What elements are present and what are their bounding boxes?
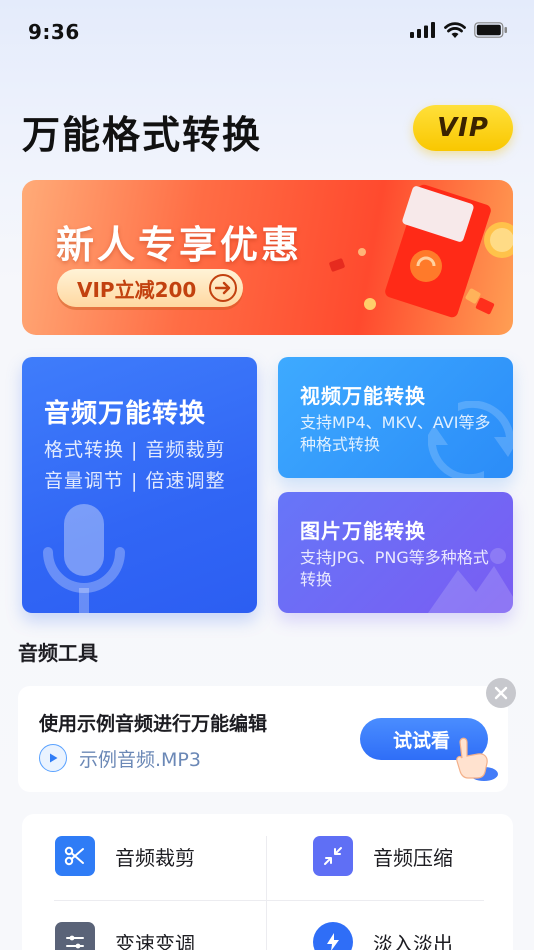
battery-icon [474,22,507,38]
audio-card-line1: 格式转换 | 音频裁剪 [44,439,226,461]
tool-label: 淡入淡出 [373,931,453,950]
image-card-title: 图片万能转换 [300,519,426,543]
audio-card-line2: 音量调节 | 倍速调整 [44,470,226,492]
audio-converter-card[interactable]: 音频万能转换 格式转换 | 音频裁剪 音量调节 | 倍速调整 [22,357,257,613]
video-converter-card[interactable]: 视频万能转换 支持MP4、MKV、AVI等多种格式转换 [278,357,513,478]
promo-banner[interactable]: 新人专享优惠 VIP立减200 [22,180,513,335]
tool-fade-in-out[interactable]: 淡入淡出 [313,922,453,950]
try-button-label: 试试看 [393,729,451,752]
example-file-row: 示例音频.MP3 [39,744,201,772]
banner-title: 新人专享优惠 [56,223,303,267]
scissors-icon [55,836,95,876]
divider-vertical [266,836,267,950]
red-envelope-illustration [329,184,513,318]
banner-cta-button[interactable]: VIP立减200 [57,269,243,307]
tool-label: 音频压缩 [373,845,453,870]
status-icons [410,22,508,38]
status-time: 9:36 [28,20,80,44]
microphone-icon [43,504,125,613]
compress-icon [313,836,353,876]
divider-horizontal [54,900,484,901]
image-converter-card[interactable]: 图片万能转换 支持JPG、PNG等多种格式转换 [278,492,513,613]
banner-cta-label: VIP立减200 [77,277,197,302]
vip-button[interactable]: VIP [413,105,513,151]
tool-label: 变速变调 [115,931,195,950]
page-title: 万能格式转换 [22,113,263,157]
sliders-icon [55,922,95,950]
pointing-hand-icon [456,737,498,781]
audio-tools-grid: 音频裁剪 音频压缩 变速变调 淡入淡出 [22,814,513,950]
arrow-right-icon [209,274,237,302]
signal-icon [410,22,435,38]
tool-audio-compress[interactable]: 音频压缩 [313,836,453,876]
audio-card-title: 音频万能转换 [44,399,207,429]
section-title-audio-tools: 音频工具 [18,641,98,665]
image-card-desc: 支持JPG、PNG等多种格式转换 [300,548,489,589]
tool-label: 音频裁剪 [115,845,195,870]
status-bar: 9:36 [0,0,534,64]
play-icon[interactable] [39,744,67,772]
bolt-icon [313,922,353,950]
example-audio-card: 使用示例音频进行万能编辑 示例音频.MP3 试试看 [18,686,508,792]
close-icon[interactable] [486,678,516,708]
example-file-name: 示例音频.MP3 [79,748,201,771]
example-title: 使用示例音频进行万能编辑 [39,713,268,735]
tool-speed-pitch[interactable]: 变速变调 [55,922,195,950]
video-card-desc: 支持MP4、MKV、AVI等多种格式转换 [300,413,491,454]
tool-audio-trim[interactable]: 音频裁剪 [55,836,195,876]
video-card-title: 视频万能转换 [300,384,426,408]
wifi-icon [444,22,466,38]
